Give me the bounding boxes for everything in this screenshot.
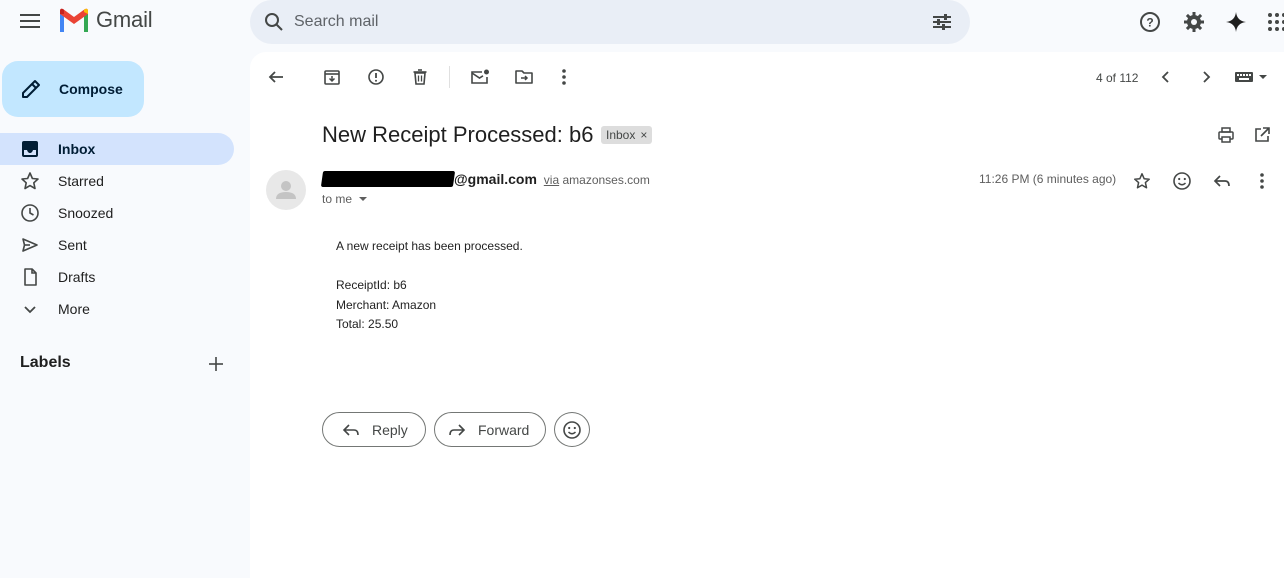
move-to-folder-icon[interactable]: [512, 65, 536, 89]
reply-arrow-icon: [342, 423, 359, 436]
search-options-icon[interactable]: [930, 10, 954, 39]
older-chevron-right-icon[interactable]: [1194, 65, 1218, 89]
app-name: Gmail: [96, 7, 153, 32]
message-more-vert-icon[interactable]: [1250, 169, 1274, 193]
reply-arrow-icon[interactable]: [1210, 169, 1234, 193]
settings-gear-icon[interactable]: [1181, 9, 1207, 35]
clock-icon: [20, 203, 40, 223]
label-chip-text: Inbox: [606, 128, 636, 142]
star-message-icon[interactable]: [1130, 169, 1154, 193]
redacted-sender-name: [320, 171, 456, 187]
input-tools-keyboard-icon[interactable]: [1234, 65, 1268, 89]
forward-button[interactable]: Forward: [434, 412, 546, 447]
sender-line: @gmail.com via amazonses.com: [320, 171, 650, 187]
toolbar-divider: [449, 66, 450, 88]
print-icon[interactable]: [1214, 123, 1238, 147]
recipient-details-toggle[interactable]: to me: [322, 192, 370, 206]
via-link[interactable]: via: [544, 173, 559, 187]
mark-unread-icon[interactable]: [468, 65, 492, 89]
recipient-label: to me: [322, 192, 353, 206]
apps-grid-icon[interactable]: [1264, 9, 1284, 35]
top-bar: Gmail ?: [0, 0, 1284, 44]
sidebar: Compose Inbox Starred Snoozed Sent Draft…: [0, 52, 250, 578]
back-arrow-icon[interactable]: [264, 65, 288, 89]
body-line: Merchant: Amazon: [336, 298, 437, 312]
svg-text:?: ?: [1146, 16, 1153, 30]
draft-icon: [20, 267, 40, 287]
gmail-m-icon: [60, 8, 88, 32]
gmail-logo[interactable]: Gmail: [58, 7, 153, 33]
via-info: via amazonses.com: [544, 173, 650, 187]
email-subject: New Receipt Processed: b6: [322, 122, 594, 147]
add-reaction-emoji-icon[interactable]: [1170, 169, 1194, 193]
sidebar-item-more[interactable]: More: [0, 293, 234, 325]
sidebar-item-label: More: [58, 301, 90, 317]
message-timestamp: 11:26 PM (6 minutes ago): [979, 172, 1117, 186]
emoji-reaction-button[interactable]: [554, 412, 590, 447]
compose-button[interactable]: Compose: [2, 61, 144, 117]
body-line: Total: 25.50: [336, 317, 399, 331]
sender-email-domain[interactable]: @gmail.com: [454, 171, 537, 187]
pencil-icon: [22, 80, 40, 98]
caret-down-icon: [359, 197, 368, 201]
sidebar-item-snoozed[interactable]: Snoozed: [0, 197, 234, 229]
search-input[interactable]: [294, 0, 914, 44]
default-person-icon: [276, 181, 296, 199]
gemini-sparkle-icon[interactable]: [1223, 9, 1249, 35]
body-line: A new receipt has been processed.: [336, 239, 523, 253]
help-icon[interactable]: ?: [1137, 9, 1163, 35]
pagination-count: 4 of 112: [1096, 71, 1139, 85]
forward-label: Forward: [478, 421, 530, 438]
archive-icon[interactable]: [320, 65, 344, 89]
sidebar-item-starred[interactable]: Starred: [0, 165, 234, 197]
chevron-down-icon: [20, 299, 40, 319]
delete-trash-icon[interactable]: [408, 65, 432, 89]
emoji-smile-icon: [563, 420, 581, 439]
sidebar-item-drafts[interactable]: Drafts: [0, 261, 234, 293]
report-spam-icon[interactable]: [364, 65, 388, 89]
reply-button[interactable]: Reply: [322, 412, 426, 447]
sidebar-item-label: Snoozed: [58, 205, 114, 221]
labels-heading: Labels: [20, 354, 71, 371]
sender-avatar[interactable]: [266, 170, 306, 210]
sidebar-item-label: Drafts: [58, 269, 96, 285]
main-menu-button[interactable]: [14, 5, 46, 37]
forward-arrow-icon: [449, 423, 466, 436]
hamburger-icon: [20, 14, 40, 28]
remove-label-close-icon[interactable]: ×: [640, 128, 647, 142]
more-vert-icon[interactable]: [552, 65, 576, 89]
sidebar-item-sent[interactable]: Sent: [0, 229, 234, 261]
sidebar-item-label: Inbox: [58, 141, 96, 157]
add-label-plus-icon[interactable]: [204, 352, 228, 376]
label-chip-inbox[interactable]: Inbox ×: [601, 126, 653, 144]
sidebar-item-label: Starred: [58, 173, 104, 189]
via-domain: amazonses.com: [562, 173, 650, 187]
sidebar-item-inbox[interactable]: Inbox: [0, 133, 234, 165]
search-bar: [250, 0, 970, 44]
sidebar-item-label: Sent: [58, 237, 87, 253]
reply-label: Reply: [372, 421, 408, 438]
newer-chevron-left-icon[interactable]: [1154, 65, 1178, 89]
open-new-window-icon[interactable]: [1250, 123, 1274, 147]
message-view: 4 of 112 New Receipt Processed: b6 Inbox…: [250, 52, 1284, 578]
send-icon: [20, 235, 40, 255]
search-icon[interactable]: [262, 10, 286, 39]
star-icon: [20, 171, 40, 191]
body-line: ReceiptId: b6: [336, 278, 407, 292]
compose-label: Compose: [59, 81, 123, 97]
inbox-icon: [20, 139, 40, 159]
